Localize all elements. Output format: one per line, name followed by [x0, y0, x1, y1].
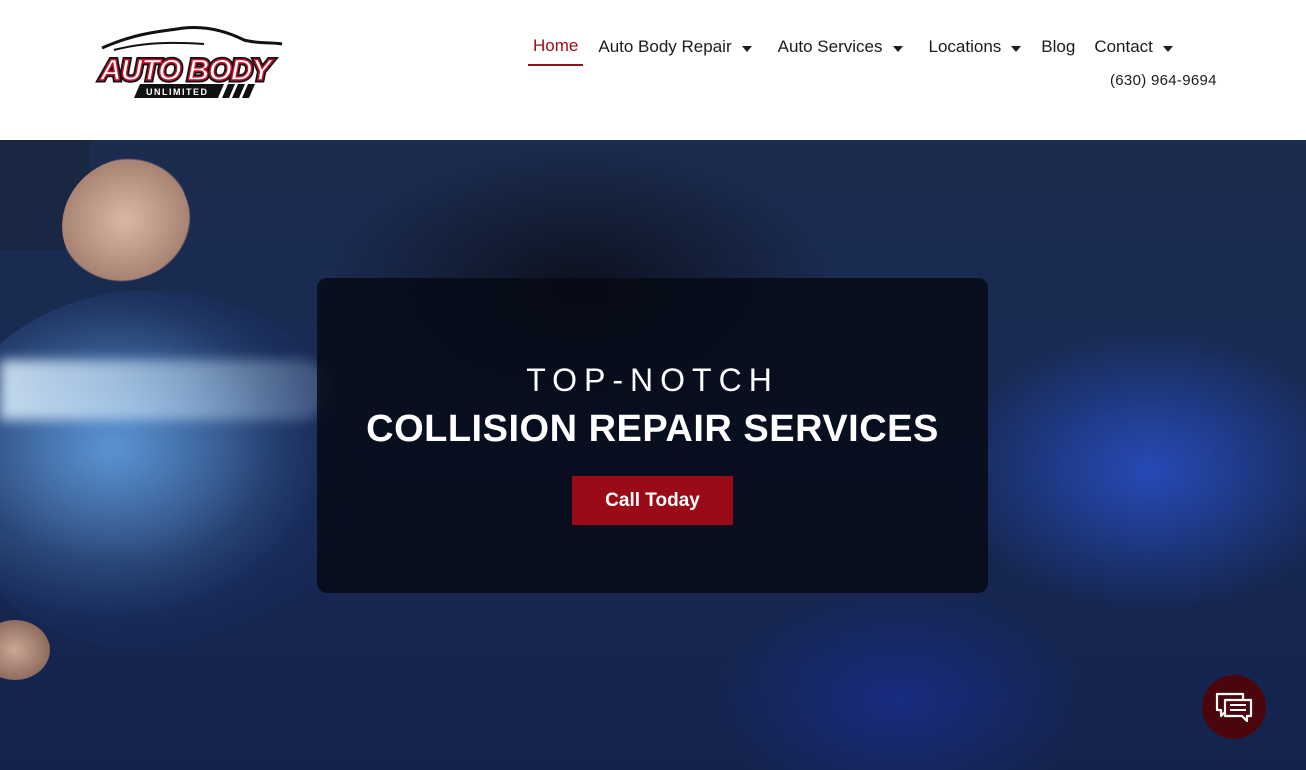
nav-item-contact[interactable]: Contact [1089, 28, 1178, 66]
logo-text-accent: AUTO BODY [99, 54, 274, 87]
nav-item-locations[interactable]: Locations [924, 28, 1027, 66]
auto-body-logo-icon: AUTO BODY AUTO BODY UNLIMITED [97, 26, 283, 98]
main-nav: Home Auto Body Repair Auto Services Loca… [528, 28, 1178, 68]
site-header: AUTO BODY AUTO BODY UNLIMITED Home Auto … [0, 0, 1306, 140]
hero-bg-light-strip [0, 360, 330, 420]
hero-panel: TOP-NOTCH COLLISION REPAIR SERVICES Call… [317, 278, 988, 593]
nav-label: Blog [1041, 37, 1076, 56]
nav-item-auto-services[interactable]: Auto Services [773, 28, 908, 66]
logo-subtext: UNLIMITED [146, 87, 209, 97]
nav-label: Auto Body Repair [598, 37, 732, 56]
hero-kicker: TOP-NOTCH [526, 362, 779, 398]
caret-down-icon [892, 45, 903, 52]
nav-label: Locations [928, 37, 1002, 56]
nav-label: Contact [1094, 37, 1153, 56]
header-phone-link[interactable]: (630) 964-9694 [1110, 72, 1217, 89]
caret-down-icon [1162, 45, 1173, 52]
hero-title: COLLISION REPAIR SERVICES [366, 408, 939, 450]
caret-down-icon [741, 45, 752, 52]
nav-label: Home [533, 36, 579, 55]
site-logo[interactable]: AUTO BODY AUTO BODY UNLIMITED [94, 20, 284, 102]
hero-bg-headlight [0, 290, 360, 650]
hero-bg-hand-lower [0, 620, 50, 680]
nav-item-blog[interactable]: Blog [1036, 28, 1080, 66]
chat-widget-button[interactable] [1202, 675, 1266, 739]
call-today-button[interactable]: Call Today [572, 476, 733, 525]
caret-down-icon [1011, 45, 1022, 52]
nav-label: Auto Services [777, 37, 883, 56]
chat-bubbles-icon [1215, 692, 1253, 723]
nav-item-auto-body-repair[interactable]: Auto Body Repair [593, 28, 756, 66]
nav-item-home[interactable]: Home [528, 28, 584, 66]
hero-section: TOP-NOTCH COLLISION REPAIR SERVICES Call… [0, 140, 1306, 770]
